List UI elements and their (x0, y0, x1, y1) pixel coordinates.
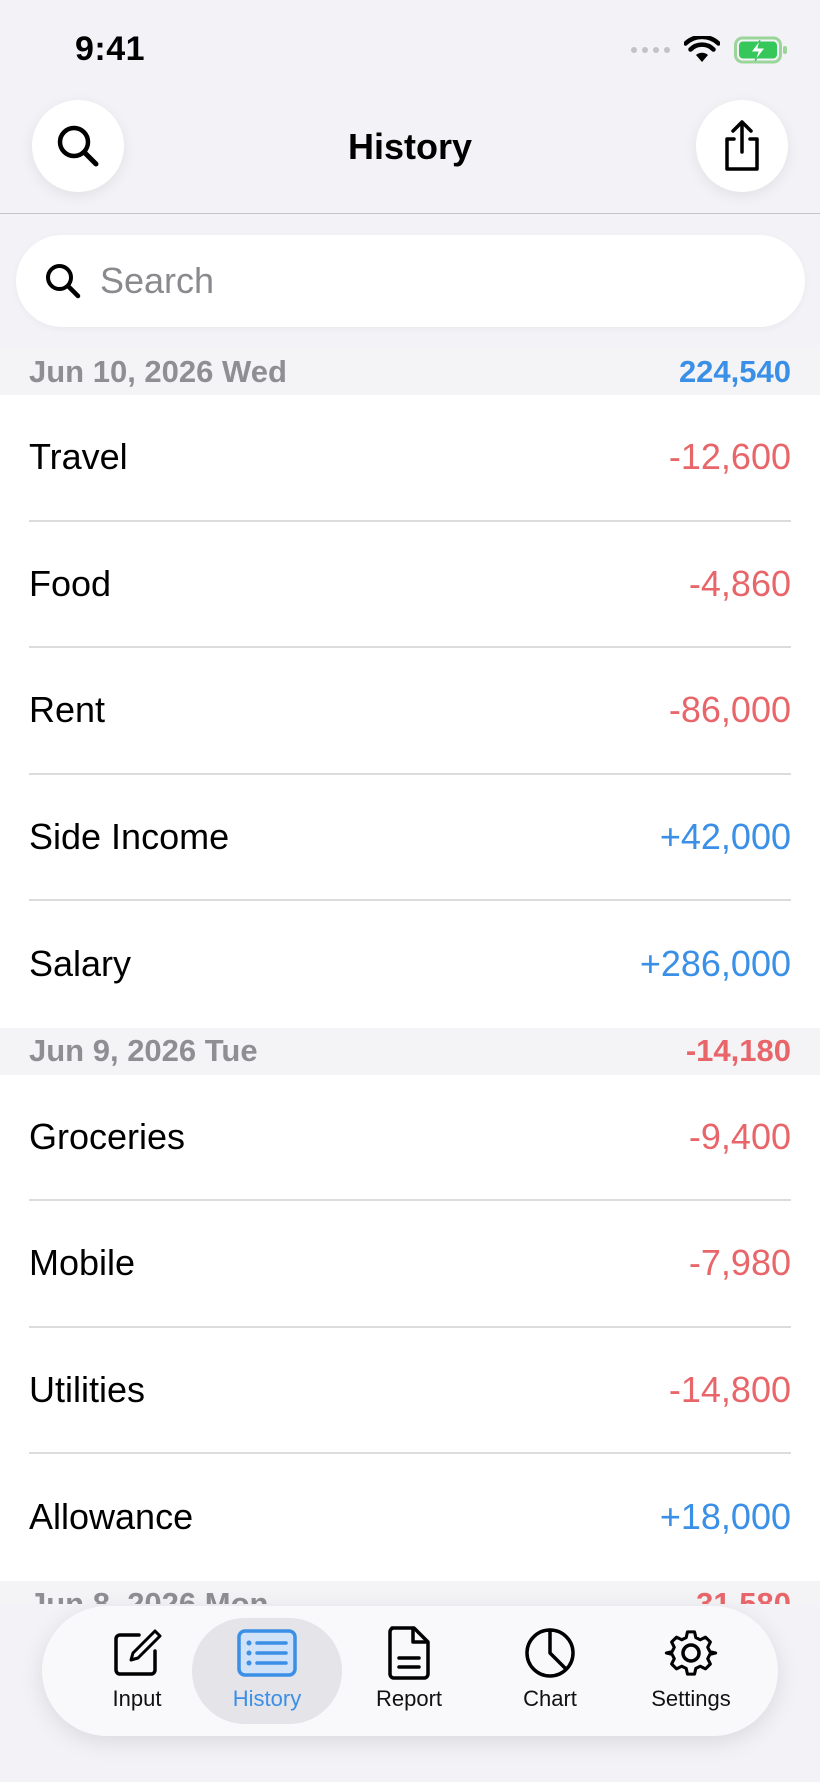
tab-report[interactable]: Report (334, 1618, 484, 1724)
section-date: Jun 9, 2026 Tue (29, 1033, 258, 1068)
section-total: -31,580 (685, 1586, 791, 1604)
transaction-amount: +42,000 (659, 815, 791, 857)
transaction-amount: -9,400 (688, 1115, 791, 1157)
transaction-category: Mobile (29, 1242, 136, 1284)
transaction-row[interactable]: Allowance +18,000 (29, 1454, 791, 1581)
section-total: 224,540 (678, 353, 791, 389)
transaction-category: Salary (29, 943, 132, 985)
search-input[interactable] (100, 260, 760, 302)
tab-label: Report (375, 1686, 443, 1711)
document-icon (388, 1626, 430, 1680)
share-icon (725, 120, 759, 171)
navigation-bar: History (0, 100, 820, 214)
status-time: 9:41 (75, 30, 146, 68)
transaction-category: Travel (29, 436, 128, 478)
transaction-category: Groceries (29, 1115, 186, 1157)
transaction-amount: +18,000 (659, 1496, 791, 1538)
transaction-row[interactable]: Travel -12,600 (29, 395, 791, 522)
transaction-row[interactable]: Salary +286,000 (29, 901, 791, 1028)
transaction-category: Rent (29, 689, 106, 731)
wifi-icon (684, 36, 720, 62)
transaction-row[interactable]: Mobile -7,980 (29, 1201, 791, 1328)
transaction-category: Allowance (29, 1496, 194, 1538)
transaction-row[interactable]: Rent -86,000 (29, 648, 791, 775)
tab-label: History (232, 1686, 302, 1711)
transaction-list[interactable]: Jun 10, 2026 Wed 224,540 Travel -12,600 … (0, 348, 820, 1604)
transaction-amount: -4,860 (688, 562, 791, 604)
list-icon (237, 1629, 297, 1677)
section-header: Jun 10, 2026 Wed 224,540 (0, 348, 820, 395)
edit-icon (114, 1629, 162, 1676)
tab-input[interactable]: Input (62, 1618, 212, 1724)
gear-icon (664, 1630, 718, 1676)
tab-label: Settings (651, 1686, 731, 1711)
tab-label: Chart (523, 1686, 577, 1711)
transaction-category: Food (29, 562, 112, 604)
section-date: Jun 8, 2026 Mon (29, 1586, 269, 1604)
section-header: Jun 8, 2026 Mon -31,580 (0, 1580, 820, 1604)
transaction-row[interactable]: Side Income +42,000 (29, 775, 791, 901)
transaction-amount: +286,000 (639, 943, 791, 985)
share-button[interactable] (696, 100, 788, 192)
transaction-category: Side Income (29, 815, 230, 857)
battery-charging-icon (734, 36, 787, 64)
search-bar[interactable] (16, 235, 805, 327)
transaction-category: Utilities (29, 1368, 146, 1410)
transaction-amount: -12,600 (668, 436, 791, 478)
tab-bar: Input History Report Chart Settings (42, 1606, 778, 1736)
transaction-amount: -86,000 (668, 689, 791, 731)
search-icon (46, 264, 81, 299)
tab-history[interactable]: History (192, 1618, 342, 1724)
transaction-row[interactable]: Utilities -14,800 (29, 1328, 791, 1454)
transaction-amount: -7,980 (688, 1242, 791, 1284)
transaction-amount: -14,800 (668, 1368, 791, 1410)
cellular-signal-icon (631, 47, 670, 53)
section-header: Jun 9, 2026 Tue -14,180 (0, 1027, 820, 1075)
transaction-row[interactable]: Groceries -9,400 (29, 1075, 791, 1201)
status-icons (631, 36, 788, 64)
section-total: -14,180 (685, 1033, 791, 1068)
transaction-row[interactable]: Food -4,860 (29, 522, 791, 648)
tab-chart[interactable]: Chart (475, 1618, 625, 1724)
section-date: Jun 10, 2026 Wed (29, 353, 287, 389)
pie-chart-icon (525, 1628, 575, 1678)
status-bar: 9:41 (0, 0, 820, 100)
tab-settings[interactable]: Settings (616, 1618, 766, 1724)
tab-label: Input (112, 1686, 162, 1711)
